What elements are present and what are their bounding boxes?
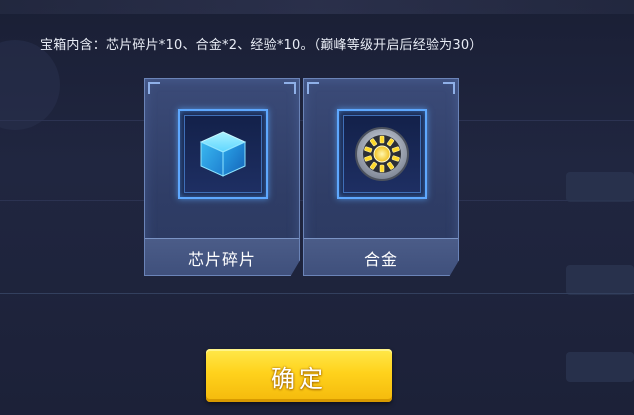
confirm-button-label: 确定 (271, 365, 327, 393)
blue-cube-icon (199, 131, 247, 177)
reward-card-alloy: 合金 (303, 78, 459, 276)
item-name: 合金 (363, 250, 398, 269)
item-frame (178, 109, 268, 199)
reward-card-chip-fragment: 芯片碎片 (144, 78, 300, 276)
item-label-bar: 合金 (304, 238, 458, 275)
item-label-bar: 芯片碎片 (145, 238, 299, 275)
corner-decoration (148, 82, 160, 94)
reward-description: 宝箱内含：芯片碎片*10、合金*2、经验*10。（巅峰等级开启后经验为30） (40, 38, 483, 53)
item-name: 芯片碎片 (187, 250, 256, 269)
background-button (566, 265, 634, 295)
confirm-button[interactable]: 确定 (206, 349, 392, 402)
background-button (566, 172, 634, 202)
corner-decoration (443, 82, 455, 94)
background-top-strip (0, 0, 634, 14)
corner-decoration (307, 82, 319, 94)
corner-decoration (284, 82, 296, 94)
item-frame (337, 109, 427, 199)
background-button (566, 352, 634, 382)
arc-reactor-icon (355, 127, 409, 181)
dialog-divider (0, 293, 634, 294)
